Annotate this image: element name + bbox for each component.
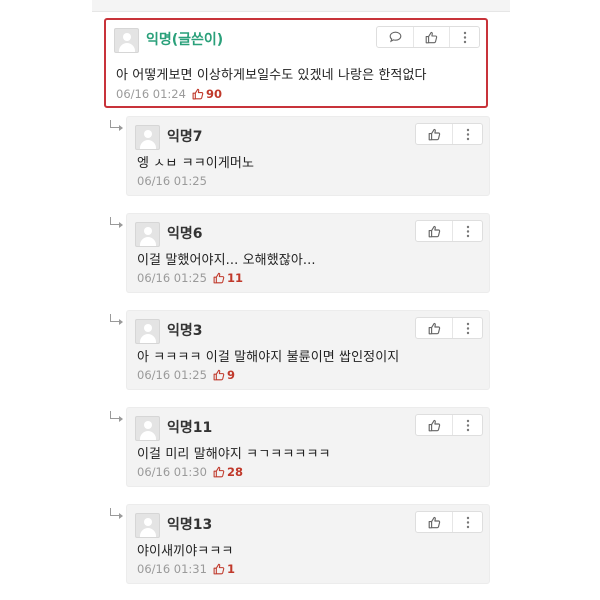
thumbs-up-icon bbox=[428, 225, 440, 237]
like-button[interactable] bbox=[416, 415, 452, 435]
comment-meta: 06/16 01:24 90 bbox=[116, 87, 222, 101]
reply-meta: 06/16 01:25 bbox=[137, 174, 207, 188]
reply-text: 이걸 미리 말해야지 ㅋㄱㅋㅋㅋㅋㅋ bbox=[137, 447, 331, 462]
reply-time: 06/16 01:30 bbox=[137, 465, 207, 479]
reply-nickname: 익명7 bbox=[167, 129, 203, 145]
more-options-button[interactable] bbox=[452, 512, 482, 532]
more-options-button[interactable] bbox=[452, 221, 482, 241]
kebab-menu-icon bbox=[466, 322, 469, 334]
reply-arrow-icon bbox=[110, 120, 123, 131]
thumbs-up-icon bbox=[213, 563, 225, 575]
like-count: 1 bbox=[213, 562, 235, 576]
thumbs-up-icon bbox=[213, 272, 225, 284]
like-count-value: 11 bbox=[226, 271, 243, 285]
reply-text: 야이새끼야ㅋㅋㅋ bbox=[137, 544, 234, 559]
comment-text: 아 어떻게보면 이상하게보일수도 있겠네 나랑은 한적없다 bbox=[116, 68, 427, 83]
reply-arrow-icon bbox=[110, 314, 123, 325]
reply-actions bbox=[415, 220, 483, 242]
more-options-button[interactable] bbox=[452, 318, 482, 338]
more-options-button[interactable] bbox=[449, 27, 479, 47]
kebab-menu-icon bbox=[466, 225, 469, 237]
like-button[interactable] bbox=[416, 512, 452, 532]
more-options-button[interactable] bbox=[452, 415, 482, 435]
default-avatar bbox=[135, 125, 160, 150]
reply-nickname: 익명6 bbox=[167, 226, 203, 242]
thumbs-up-icon bbox=[428, 322, 440, 334]
reply-comment: 익명7 엥 ㅅㅂ ㅋㅋ이게머노 06/16 01:25 bbox=[126, 116, 490, 196]
previous-comment-edge bbox=[92, 0, 510, 12]
thumbs-up-icon bbox=[425, 31, 438, 43]
like-count: 9 bbox=[213, 368, 235, 382]
reply-time: 06/16 01:25 bbox=[137, 174, 207, 188]
reply-nickname: 익명11 bbox=[167, 420, 213, 436]
default-avatar bbox=[135, 222, 160, 247]
reply-text: 이걸 말했어야지... 오해했잖아... bbox=[137, 253, 316, 268]
more-options-button[interactable] bbox=[452, 124, 482, 144]
like-count-value: 90 bbox=[205, 87, 222, 101]
thumbs-up-icon bbox=[192, 88, 204, 100]
reply-comment: 익명13 야이새끼야ㅋㅋㅋ 06/16 01:31 1 bbox=[126, 504, 490, 584]
reply-actions bbox=[415, 123, 483, 145]
kebab-menu-icon bbox=[466, 516, 469, 528]
like-button[interactable] bbox=[416, 318, 452, 338]
thumbs-up-icon bbox=[213, 369, 225, 381]
like-count: 90 bbox=[192, 87, 222, 101]
kebab-menu-icon bbox=[463, 31, 466, 43]
reply-arrow-icon bbox=[110, 217, 123, 228]
default-avatar bbox=[114, 28, 139, 53]
author-comment: 익명(글쓴이) 아 어떻게보면 이상하게보일수도 있겠네 나랑은 한적없다 06… bbox=[104, 18, 488, 108]
reply-text: 엥 ㅅㅂ ㅋㅋ이게머노 bbox=[137, 156, 255, 171]
reply-arrow-icon bbox=[110, 508, 123, 519]
reply-actions bbox=[415, 317, 483, 339]
reply-nickname: 익명13 bbox=[167, 517, 213, 533]
like-button[interactable] bbox=[413, 27, 449, 47]
default-avatar bbox=[135, 513, 160, 538]
reply-arrow-icon bbox=[110, 411, 123, 422]
thumbs-up-icon bbox=[428, 128, 440, 140]
reply-meta: 06/16 01:31 1 bbox=[137, 562, 235, 576]
reply-text: 아 ㅋㅋㅋㅋ 이걸 말해야지 불륜이면 쌉인정이지 bbox=[137, 350, 400, 365]
reply-time: 06/16 01:25 bbox=[137, 368, 207, 382]
thumbs-up-icon bbox=[428, 516, 440, 528]
kebab-menu-icon bbox=[466, 128, 469, 140]
reply-meta: 06/16 01:25 9 bbox=[137, 368, 235, 382]
speech-bubble-icon bbox=[389, 31, 401, 43]
like-count: 28 bbox=[213, 465, 243, 479]
reply-actions bbox=[415, 414, 483, 436]
reply-nickname: 익명3 bbox=[167, 323, 203, 339]
like-button[interactable] bbox=[416, 124, 452, 144]
comment-nickname: 익명(글쓴이) bbox=[146, 32, 224, 48]
default-avatar bbox=[135, 416, 160, 441]
reply-meta: 06/16 01:30 28 bbox=[137, 465, 243, 479]
comment-actions bbox=[376, 26, 480, 48]
comment-time: 06/16 01:24 bbox=[116, 87, 186, 101]
thumbs-up-icon bbox=[213, 466, 225, 478]
comment-reply-button[interactable] bbox=[377, 27, 413, 47]
reply-comment: 익명3 아 ㅋㅋㅋㅋ 이걸 말해야지 불륜이면 쌉인정이지 06/16 01:25 9 bbox=[126, 310, 490, 390]
reply-actions bbox=[415, 511, 483, 533]
comment-list: 익명(글쓴이) 아 어떻게보면 이상하게보일수도 있겠네 나랑은 한적없다 06… bbox=[92, 0, 510, 600]
reply-comment: 익명6 이걸 말했어야지... 오해했잖아... 06/16 01:25 11 bbox=[126, 213, 490, 293]
like-button[interactable] bbox=[416, 221, 452, 241]
default-avatar bbox=[135, 319, 160, 344]
reply-meta: 06/16 01:25 11 bbox=[137, 271, 243, 285]
like-count-value: 28 bbox=[226, 465, 243, 479]
reply-time: 06/16 01:31 bbox=[137, 562, 207, 576]
thumbs-up-icon bbox=[428, 419, 440, 431]
like-count-value: 9 bbox=[226, 368, 235, 382]
like-count-value: 1 bbox=[226, 562, 235, 576]
kebab-menu-icon bbox=[466, 419, 469, 431]
reply-comment: 익명11 이걸 미리 말해야지 ㅋㄱㅋㅋㅋㅋㅋ 06/16 01:30 28 bbox=[126, 407, 490, 487]
like-count: 11 bbox=[213, 271, 243, 285]
reply-time: 06/16 01:25 bbox=[137, 271, 207, 285]
